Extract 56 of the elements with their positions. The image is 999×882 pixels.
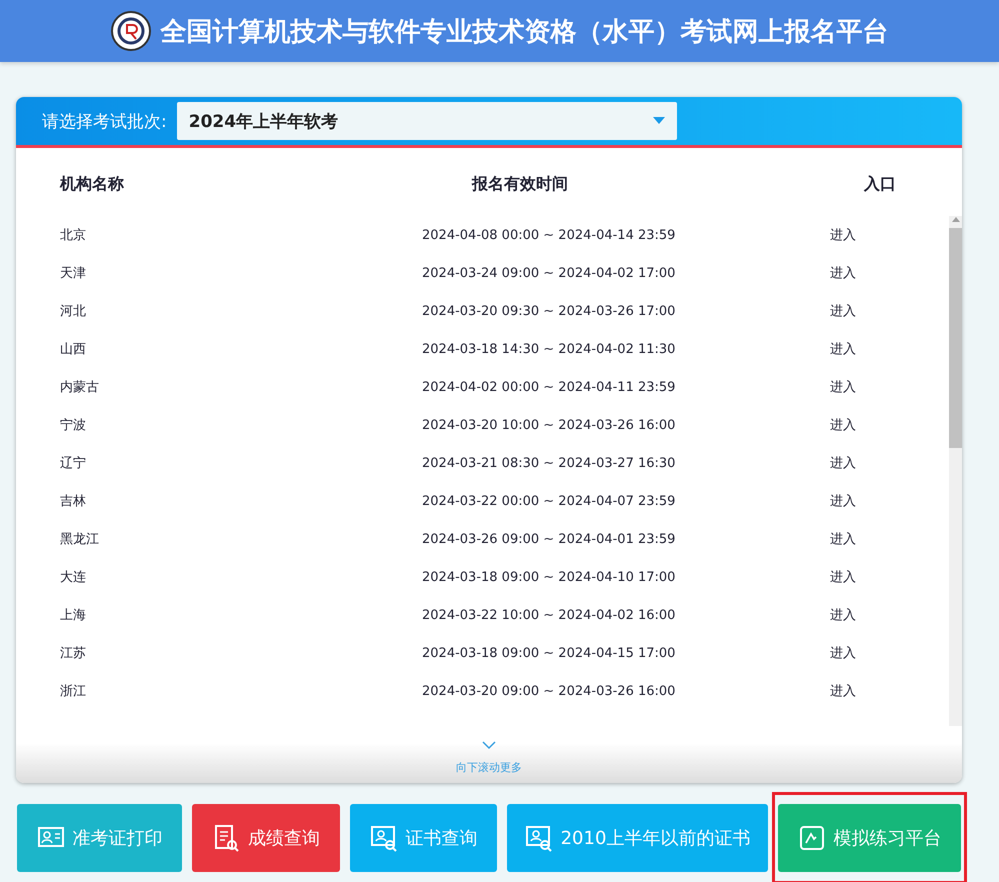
batch-dropdown[interactable]: 2024年上半年软考	[176, 102, 677, 140]
period-cell-text: 2024-03-22 00:00 ~ 2024-04-07 23:59	[422, 494, 676, 508]
institution-cell-text: 宁波	[60, 417, 87, 434]
enter-link[interactable]: 进入	[830, 378, 930, 396]
institution-cell-text: 吉林	[60, 493, 87, 510]
institution-cell-text: 河北	[60, 303, 87, 320]
period-cell-text: 2024-03-20 10:00 ~ 2024-03-26 16:00	[422, 418, 676, 432]
enter-link[interactable]: 进入	[830, 682, 930, 700]
caret-icon	[652, 117, 665, 125]
period-cell-text: 2024-03-18 09:00 ~ 2024-04-10 17:00	[422, 570, 676, 584]
enter-link[interactable]: 进入	[830, 492, 930, 510]
institution-cell-text: 大连	[60, 569, 87, 586]
site-title: 全国计算机技术与软件专业技术资格（水平）考试网上报名平台	[160, 16, 888, 48]
certificate-search-icon	[524, 824, 553, 852]
institution-cell-text: 浙江	[60, 683, 87, 700]
nav-button[interactable]: 成绩查询	[192, 804, 340, 872]
column-header: 机构名称	[60, 174, 125, 195]
institution-cell-text: 天津	[60, 265, 87, 282]
column-header: 报名有效时间	[470, 174, 569, 195]
period-cell-text: 2024-03-18 14:30 ~ 2024-04-02 11:30	[422, 342, 676, 356]
enter-link[interactable]: 进入	[830, 606, 930, 624]
period-cell-text: 2024-03-21 08:30 ~ 2024-03-27 16:30	[422, 456, 676, 470]
chevron-down-icon	[482, 741, 496, 750]
enter-link[interactable]: 进入	[830, 226, 930, 244]
document-search-icon	[212, 824, 240, 852]
chart-icon	[798, 824, 826, 852]
scroll-up-icon[interactable]	[952, 216, 960, 224]
period-cell-text: 2024-04-02 00:00 ~ 2024-04-11 23:59	[422, 380, 676, 394]
institution-cell-text: 上海	[60, 607, 87, 624]
enter-link[interactable]: 进入	[830, 340, 930, 358]
period-cell-text: 2024-03-20 09:00 ~ 2024-03-26 16:00	[422, 684, 676, 698]
enter-link[interactable]: 进入	[830, 568, 930, 586]
institution-cell-text: 内蒙古	[60, 379, 100, 396]
emblem-icon	[110, 11, 150, 51]
period-cell-text: 2024-03-24 09:00 ~ 2024-04-02 17:00	[422, 266, 676, 280]
institution-cell-text: 山西	[60, 341, 87, 358]
period-cell-text: 2024-04-08 00:00 ~ 2024-04-14 23:59	[422, 228, 676, 242]
institution-cell-text: 江苏	[60, 645, 87, 662]
enter-link[interactable]: 进入	[830, 416, 930, 434]
institution-cell-text: 北京	[60, 227, 87, 244]
period-cell-text: 2024-03-18 09:00 ~ 2024-04-15 17:00	[422, 646, 676, 660]
scrollbar[interactable]	[949, 216, 962, 726]
period-cell-text: 2024-03-22 10:00 ~ 2024-04-02 16:00	[422, 608, 676, 622]
period-cell-text: 2024-03-20 09:30 ~ 2024-03-26 17:00	[422, 304, 676, 318]
enter-link[interactable]: 进入	[830, 530, 930, 548]
period-cell-text: 2024-03-26 09:00 ~ 2024-04-01 23:59	[422, 532, 676, 546]
enter-link[interactable]: 进入	[830, 454, 930, 472]
scroll-hint: 向下滚动更多	[456, 760, 522, 775]
enter-link[interactable]: 进入	[830, 644, 930, 662]
institution-cell-text: 黑龙江	[60, 531, 100, 548]
certificate-search-icon	[370, 824, 398, 852]
enter-link[interactable]: 进入	[830, 264, 930, 282]
institution-cell-text: 辽宁	[60, 455, 87, 472]
enter-link[interactable]: 进入	[830, 302, 930, 320]
column-header: 入口	[862, 174, 897, 195]
batch-label: 请选择考试批次:	[42, 110, 167, 132]
